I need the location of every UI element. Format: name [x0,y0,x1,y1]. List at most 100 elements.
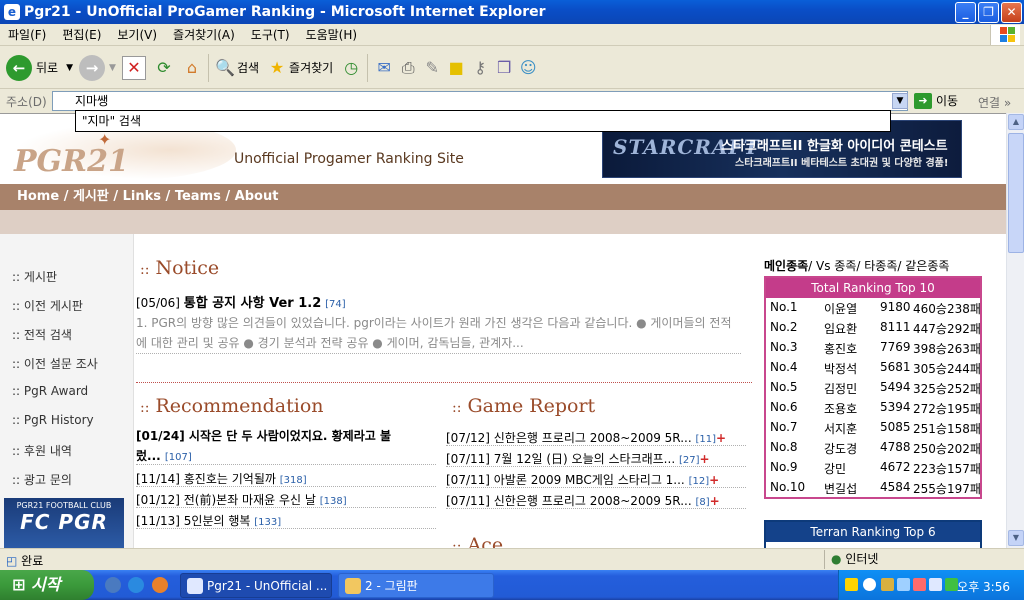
ranking-row[interactable]: No.5 김정민 5494 325승252패 [770,380,984,398]
maximize-button[interactable]: ❐ [978,2,999,23]
ranking-row[interactable]: No.7 서지훈 5085 251승158패 [770,420,984,438]
ranking-rec: 447승292패 [913,322,981,336]
home-icon[interactable]: ⌂ [180,56,204,80]
sidebar-item-ad-inquiry[interactable]: :: 광고 문의 [12,471,72,488]
key-icon[interactable]: ⚷ [468,56,492,80]
quicklaunch-firefox-icon[interactable] [152,577,168,593]
stop-icon[interactable]: ✕ [121,55,146,80]
game-report-item[interactable]: [07/11] 신한은행 프로리그 2008~2009 5R... [8]+ [446,492,720,509]
close-button[interactable]: ✕ [1001,2,1022,23]
tray-app-icon[interactable] [913,578,926,591]
research-icon[interactable]: ❒ [492,56,516,80]
menu-tools[interactable]: 도구(T) [243,26,298,43]
recommendation-item[interactable]: [11/14] 홍진호는 기억될까 [318] [136,470,307,487]
notice-headline[interactable]: [05/06] 통합 공지 사항 Ver 1.2 [74] [136,292,346,311]
address-input[interactable]: 지마쌩 [52,91,908,111]
list-divider [136,528,436,529]
taskbar-item-paint[interactable]: 2 - 그림판 [338,573,494,598]
ranking-row[interactable]: No.10 변길섭 4584 255승197패 [770,480,984,498]
tab-vs-race[interactable]: Vs 종족 [816,259,856,273]
ranking-row[interactable]: No.2 임요환 8111 447승292패 [770,320,984,338]
scroll-down-icon[interactable]: ▼ [1008,530,1024,546]
ranking-row[interactable]: No.8 강도경 4788 250승202패 [770,440,984,458]
sidebar-item-old-survey[interactable]: :: 이전 설문 조사 [12,355,98,372]
tab-same-race[interactable]: 같은종족 [905,259,949,273]
site-nav[interactable]: Home / 게시판 / Links / Teams / About [0,184,1006,210]
recommendation-item[interactable]: [11/13] 5인분의 행복 [133] [136,512,281,529]
ranking-row[interactable]: No.1 이윤열 9180 460승238패 [770,300,984,318]
fc-pgr-logo[interactable]: PGR21 FOOTBALL CLUB FC PGR [4,498,124,548]
search-label: 검색 [236,61,260,75]
menu-bar: 파일(F) 편집(E) 보기(V) 즐겨찾기(A) 도구(T) 도움말(H) [0,24,1024,46]
terran-ranking-box: Terran Ranking Top 6 [764,520,982,548]
sidebar-item-pgr-history[interactable]: :: PgR History [12,413,94,427]
print-icon[interactable]: ⎙ [396,56,420,80]
tray-volume-icon[interactable] [929,578,942,591]
back-button[interactable]: ← 뒤로 ▼ [6,54,73,81]
mail-icon[interactable]: ✉ [372,56,396,80]
go-arrow-icon: ➜ [914,92,932,109]
tray-chevron-icon[interactable] [863,578,876,591]
ranking-row[interactable]: No.3 홍진호 7769 398승263패 [770,340,984,358]
recommendation-item[interactable]: [01/12] 전(前)본좌 마재윤 우신 날 [138] [136,491,347,508]
minimize-button[interactable]: _ [955,2,976,23]
ranking-row[interactable]: No.4 박정석 5681 305승244패 [770,360,984,378]
quicklaunch-ie-icon[interactable] [128,577,144,593]
ranking-row[interactable]: No.9 강민 4672 223승157패 [770,460,984,478]
notice-body[interactable]: 1. PGR의 방향 많은 의견들이 있었습니다. pgr이라는 사이트가 원래… [136,313,741,353]
sidebar-item-board[interactable]: :: 게시판 [12,268,57,285]
links-label[interactable]: 연결 » [978,94,1011,111]
discuss-icon[interactable]: ■ [444,56,468,80]
forward-dropdown-icon[interactable]: ▼ [109,63,116,73]
recommendation-item-continued[interactable]: 렀... [107] [136,447,192,464]
site-logo[interactable]: PGR21 [14,144,129,179]
menu-favorites[interactable]: 즐겨찾기(A) [165,26,243,43]
tray-security-icon[interactable] [945,578,958,591]
tray-key-icon[interactable] [881,578,894,591]
menu-edit[interactable]: 편집(E) [54,26,109,43]
site-nav-links[interactable]: Home / 게시판 / Links / Teams / About [17,189,278,204]
sidebar-item-record-search[interactable]: :: 전적 검색 [12,326,72,343]
address-dropdown-icon[interactable]: ▼ [892,93,908,109]
tray-language-icon[interactable] [845,578,858,591]
tab-main-race[interactable]: 메인종족 [764,259,808,273]
history-icon[interactable]: ◷ [339,56,363,80]
vertical-scrollbar[interactable]: ▲ ▼ [1006,113,1024,548]
game-report-item[interactable]: [07/11] 아발론 2009 MBC게임 스타리그 1... [12]+ [446,471,719,488]
recommendation-item[interactable]: [01/24] 시작은 단 두 사람이었지요. 황제라고 불 [136,427,391,444]
go-button[interactable]: ➜ 이동 [914,92,958,109]
forward-button[interactable]: → ▼ [79,54,116,81]
autocomplete-suggestion[interactable]: "지마" 검색 [75,110,891,132]
start-label: 시작 [30,575,61,594]
menu-file[interactable]: 파일(F) [0,26,54,43]
scroll-up-icon[interactable]: ▲ [1008,114,1024,130]
taskbar-item-ie[interactable]: Pgr21 - UnOfficial ... [180,573,332,598]
sidebar-item-sponsorship[interactable]: :: 후원 내역 [12,442,72,459]
clock[interactable]: 오후 3:56 [957,578,1010,595]
banner-line2: 스타크래프트II 베타테스트 초대권 및 다양한 경품! [735,158,949,169]
game-report-item[interactable]: [07/12] 신한은행 프로리그 2008~2009 5R... [11]+ [446,429,726,446]
game-report-item[interactable]: [07/11] 7월 12일 (日) 오늘의 스타크래프... [27]+ [446,450,710,467]
menu-view[interactable]: 보기(V) [109,26,165,43]
ranking-score: 5681 [880,360,911,374]
tab-other-race[interactable]: 타종족 [864,259,897,273]
game-report-title: :: Game Report [452,395,596,417]
refresh-icon[interactable]: ⟳ [152,56,176,80]
ranking-row[interactable]: No.6 조용호 5394 272승195패 [770,400,984,418]
messenger-icon[interactable]: ☺ [516,56,540,80]
list-divider [136,464,436,465]
tray-network-icon[interactable] [897,578,910,591]
address-label: 주소(D) [6,94,47,109]
quicklaunch-desktop-icon[interactable] [105,577,121,593]
favorites-button[interactable]: ★ 즐겨찾기 [265,56,333,80]
start-button[interactable]: ⊞ 시작 [0,570,94,600]
edit-icon[interactable]: ✎ [420,56,444,80]
sidebar-item-old-board[interactable]: :: 이전 게시판 [12,297,83,314]
scroll-thumb[interactable] [1008,133,1024,253]
menu-help[interactable]: 도움말(H) [298,26,366,43]
status-bar: ◰ 완료 ● 인터넷 [0,548,1024,570]
total-ranking-header: Total Ranking Top 10 [766,278,980,298]
sidebar-item-pgr-award[interactable]: :: PgR Award [12,384,88,398]
search-button[interactable]: 🔍 검색 [213,56,259,80]
back-dropdown-icon[interactable]: ▼ [66,63,73,73]
